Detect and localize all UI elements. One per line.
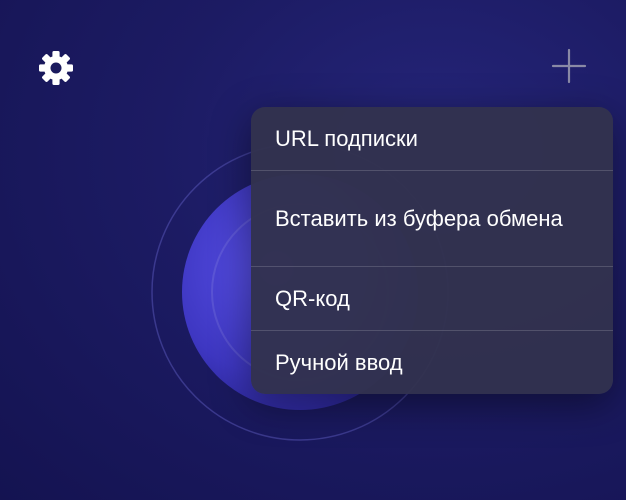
- menu-item-subscription-url[interactable]: URL подписки: [251, 107, 613, 171]
- settings-button[interactable]: [36, 48, 76, 88]
- menu-item-paste-from-clipboard[interactable]: Вставить из буфера обмена: [251, 171, 613, 267]
- menu-item-label: Ручной ввод: [275, 349, 403, 375]
- menu-item-label: QR-код: [275, 285, 350, 311]
- gear-icon: [39, 51, 73, 85]
- menu-item-label: Вставить из буфера обмена: [275, 205, 563, 231]
- plus-icon: [551, 48, 587, 84]
- add-config-menu: URL подписки Вставить из буфера обмена Q…: [251, 107, 613, 394]
- menu-item-qr-code[interactable]: QR-код: [251, 267, 613, 331]
- menu-item-label: URL подписки: [275, 125, 418, 151]
- menu-item-manual-entry[interactable]: Ручной ввод: [251, 331, 613, 394]
- add-button[interactable]: [551, 48, 587, 84]
